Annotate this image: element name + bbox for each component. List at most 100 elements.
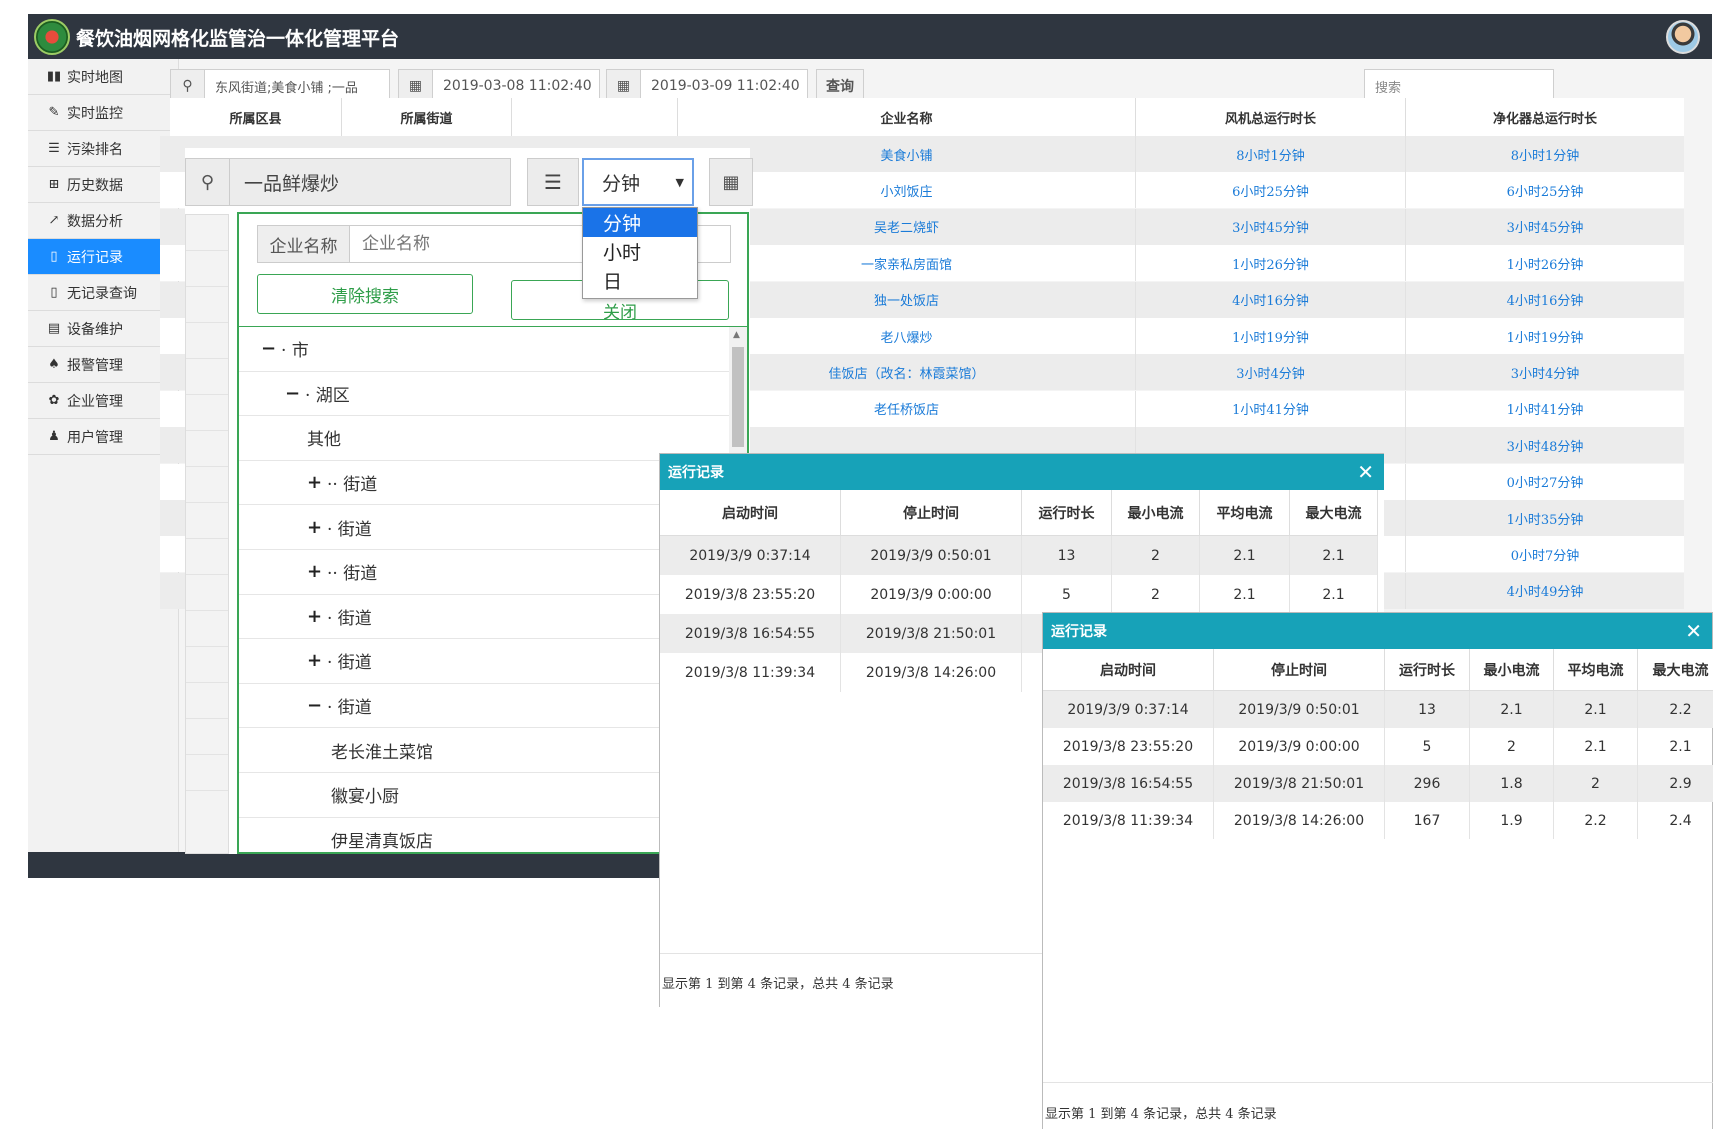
- table-cell: 2019/3/8 21:50:01: [841, 614, 1022, 653]
- dropdown-option[interactable]: 分钟: [583, 208, 697, 237]
- tree-node[interactable]: 老长淮土菜馆: [239, 728, 729, 773]
- table-cell: 3小时4分钟: [1510, 366, 1580, 382]
- clear-search-button[interactable]: 清除搜索: [257, 274, 473, 314]
- col-header-company[interactable]: 企业名称: [678, 98, 1136, 136]
- expand-icon[interactable]: +: [307, 650, 327, 671]
- tree-node[interactable]: + ·· 街道: [239, 461, 729, 506]
- table-cell: 2.1: [1290, 536, 1378, 575]
- sidebar: ▮▮ 实时地图 ✎ 实时监控 ☰ 污染排名 ⊞ 历史数据 ↗ 数据分析 ▯ 运行记录 ▯ 无记录查询 ▤ 设备…: [28, 59, 179, 852]
- tree-node[interactable]: + · 街道: [239, 505, 729, 550]
- dropdown-option[interactable]: 小时: [583, 237, 697, 266]
- col-header[interactable]: 平均电流: [1554, 649, 1638, 691]
- sidebar-item-label: 企业管理: [67, 393, 123, 410]
- col-header[interactable]: 停止时间: [1214, 649, 1385, 691]
- table-row[interactable]: 2019/3/8 23:55:20 2019/3/9 0:00:00 5 2 2.1 2.…: [660, 575, 1378, 614]
- dropdown-option[interactable]: 日: [583, 266, 697, 295]
- sidebar-item-label: 实时地图: [67, 69, 123, 86]
- table-row[interactable]: 2019/3/8 11:39:34 2019/3/8 14:26:00 167 1.9…: [1043, 802, 1713, 839]
- scrollbar-thumb[interactable]: [732, 347, 744, 447]
- collapse-icon[interactable]: −: [307, 695, 327, 716]
- table-cell: 2019/3/8 11:39:34: [1043, 802, 1214, 839]
- selected-enterprise-field[interactable]: ⚲ 一品鲜爆炒: [185, 158, 511, 206]
- sidebar-item[interactable]: ▯ 无记录查询: [28, 275, 178, 311]
- sidebar-item[interactable]: ↗ 数据分析: [28, 203, 178, 239]
- collapse-icon[interactable]: −: [261, 338, 281, 359]
- list-icon[interactable]: ☰: [527, 158, 579, 206]
- tree-node[interactable]: − · 市: [239, 327, 729, 372]
- divider: [1043, 1082, 1713, 1083]
- table-cell: 5: [1022, 575, 1112, 614]
- avatar[interactable]: [1666, 20, 1700, 54]
- chart-icon: ↗: [48, 213, 60, 228]
- table-cell: 8小时1分钟: [1510, 148, 1580, 164]
- col-header[interactable]: 运行时长: [1385, 649, 1470, 691]
- sidebar-item[interactable]: ▮▮ 实时地图: [28, 59, 178, 95]
- col-header-fan-runtime[interactable]: 风机总运行时长: [1136, 98, 1406, 136]
- close-icon[interactable]: ✕: [1357, 460, 1374, 484]
- map-icon: ▮▮: [46, 69, 62, 84]
- calendar-icon[interactable]: ▦: [709, 158, 753, 206]
- chevron-down-icon: ▼: [675, 176, 684, 189]
- table-cell: 2019/3/8 16:54:55: [660, 614, 841, 653]
- sidebar-item[interactable]: ✿ 企业管理: [28, 383, 178, 419]
- sidebar-item[interactable]: ♟ 用户管理: [28, 419, 178, 455]
- table-row[interactable]: 2019/3/9 0:37:14 2019/3/9 0:50:01 13 2 2.1 2.…: [660, 536, 1378, 575]
- col-header[interactable]: 平均电流: [1200, 490, 1290, 536]
- table-cell: 1小时26分钟: [1506, 257, 1584, 273]
- tree-node[interactable]: + · 街道: [239, 595, 729, 640]
- table-cell: 2.1: [1290, 575, 1378, 614]
- sidebar-item[interactable]: ▯ 运行记录: [28, 239, 178, 275]
- top-bar: 餐饮油烟网格化监管治一体化管理平台: [28, 14, 1712, 59]
- col-header[interactable]: 最小电流: [1112, 490, 1200, 536]
- table-row[interactable]: 2019/3/8 16:54:55 2019/3/8 21:50:01 296 1.8…: [1043, 765, 1713, 802]
- close-icon[interactable]: ✕: [1685, 619, 1702, 643]
- table-cell: 2: [1554, 765, 1638, 802]
- table-cell: 2.1: [1200, 536, 1290, 575]
- scroll-up-icon[interactable]: ▲: [733, 330, 740, 340]
- tree-node[interactable]: − · 街道: [239, 684, 729, 729]
- table-cell: 1.8: [1470, 765, 1554, 802]
- table-row[interactable]: 2019/3/8 23:55:20 2019/3/9 0:00:00 5 2 2.1 2.…: [1043, 728, 1713, 765]
- expand-icon[interactable]: +: [307, 561, 327, 582]
- col-header[interactable]: 运行时长: [1022, 490, 1112, 536]
- col-header[interactable]: 停止时间: [841, 490, 1022, 536]
- table-cell: 2.1: [1200, 575, 1290, 614]
- time-unit-dropdown: 分钟 小时日: [582, 207, 698, 299]
- col-header[interactable]: 最大电流: [1290, 490, 1378, 536]
- col-header[interactable]: 启动时间: [660, 490, 841, 536]
- run-record-dialog-2: 运行记录 ✕ 启动时间 停止时间 运行时长 最小电流 平均电流 最大电流 2019/3/9 …: [1042, 612, 1713, 1129]
- tree-node[interactable]: 徽宴小厨: [239, 773, 729, 818]
- col-header[interactable]: 最小电流: [1470, 649, 1554, 691]
- sidebar-item-label: 报警管理: [67, 357, 123, 374]
- col-header[interactable]: 最大电流: [1638, 649, 1713, 691]
- sidebar-item-label: 数据分析: [67, 213, 123, 230]
- tree-node[interactable]: − · 湖区: [239, 372, 729, 417]
- sidebar-item[interactable]: ♠ 报警管理: [28, 347, 178, 383]
- expand-icon[interactable]: +: [307, 517, 327, 538]
- table-row[interactable]: 2019/3/9 0:37:14 2019/3/9 0:50:01 13 2.1 2.1…: [1043, 691, 1713, 728]
- collapse-icon[interactable]: −: [285, 383, 305, 404]
- sidebar-item[interactable]: ☰ 污染排名: [28, 131, 178, 167]
- expand-icon[interactable]: +: [307, 606, 327, 627]
- close-tree-label: 关闭: [603, 303, 637, 320]
- col-header-spacer: [512, 98, 678, 136]
- col-header-street[interactable]: 所属街道: [342, 98, 512, 136]
- time-unit-select[interactable]: 分钟 ▼: [582, 158, 694, 206]
- expand-icon[interactable]: +: [307, 472, 327, 493]
- sidebar-item[interactable]: ✎ 实时监控: [28, 95, 178, 131]
- table-cell: 1.9: [1470, 802, 1554, 839]
- tree-node[interactable]: + · 街道: [239, 639, 729, 684]
- sidebar-item[interactable]: ▤ 设备维护: [28, 311, 178, 347]
- col-header-district[interactable]: 所属区县: [170, 98, 342, 136]
- col-header[interactable]: 启动时间: [1043, 649, 1214, 691]
- table-cell: 1小时41分钟: [1136, 390, 1406, 427]
- sidebar-item-label: 历史数据: [67, 177, 123, 194]
- table-cell: 296: [1385, 765, 1470, 802]
- sidebar-item[interactable]: ⊞ 历史数据: [28, 167, 178, 203]
- tree-node[interactable]: + ·· 街道: [239, 550, 729, 595]
- tree-node[interactable]: 其他: [239, 416, 729, 461]
- pagination-info: 显示第 1 到第 4 条记录，总共 4 条记录: [662, 977, 894, 992]
- col-header-purifier-runtime[interactable]: 净化器总运行时长: [1406, 98, 1684, 136]
- table-cell: 2.1: [1638, 728, 1713, 765]
- tree-node[interactable]: 伊星清真饭店: [239, 818, 729, 852]
